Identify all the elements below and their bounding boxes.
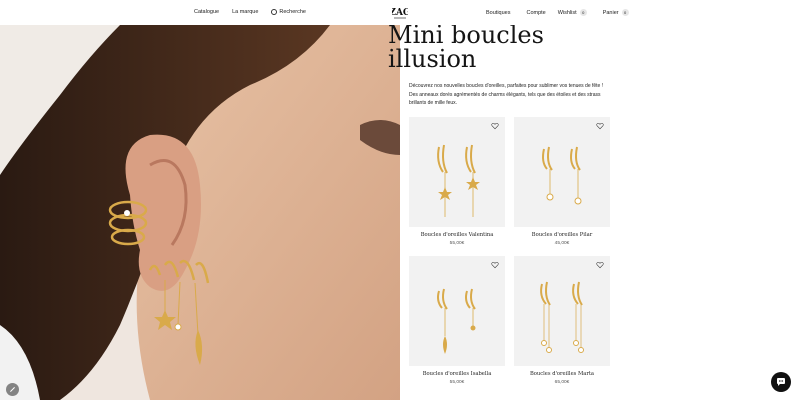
nav-right: Boutiques Compte Wishlist 0 Panier 0 (486, 9, 629, 16)
nav-search-link[interactable]: Recherche (271, 9, 306, 15)
wishlist-count-badge: 0 (579, 9, 587, 16)
product-card[interactable]: Boucles d'oreilles Valentina 55,00€ (409, 117, 505, 246)
product-image[interactable] (514, 117, 610, 227)
pencil-icon (10, 387, 15, 392)
product-price: 55,00€ (449, 241, 465, 246)
nav-catalogue-link[interactable]: Catalogue (194, 9, 219, 15)
heart-icon[interactable] (596, 261, 604, 269)
logo-text: ZAG (392, 8, 408, 18)
product-name[interactable]: Boucles d'oreilles Marta (514, 371, 610, 377)
cart-count-badge: 0 (621, 9, 629, 16)
heart-icon[interactable] (491, 261, 499, 269)
nav-search-label: Recherche (279, 9, 306, 15)
cart-label: Panier (602, 9, 619, 16)
product-price: 45,00€ (554, 241, 570, 246)
product-card[interactable]: Boucles d'oreilles Pilar 45,00€ (514, 117, 610, 246)
product-card[interactable]: Boucles d'oreilles Isabella 55,00€ (409, 256, 505, 385)
heart-icon[interactable] (596, 122, 604, 130)
product-price: 65,00€ (554, 380, 570, 385)
chat-button[interactable] (771, 372, 791, 392)
product-image[interactable] (409, 117, 505, 227)
product-name[interactable]: Boucles d'oreilles Isabella (409, 371, 505, 377)
hero-image (0, 25, 400, 400)
collection-title: Mini boucles illusion (388, 23, 628, 71)
search-icon (271, 9, 278, 15)
nav-wishlist-link[interactable]: Wishlist 0 (558, 9, 587, 16)
collection-description: Découvrez nos nouvelles boucles d'oreill… (409, 83, 604, 107)
brand-logo[interactable]: ZAG (389, 3, 411, 22)
nav-left: Catalogue La marque Recherche (194, 9, 319, 15)
heart-icon[interactable] (491, 122, 499, 130)
product-price: 55,00€ (449, 380, 465, 385)
nav-cart-link[interactable]: Panier 0 (603, 9, 629, 16)
chat-icon (777, 378, 785, 386)
nav-shops-link[interactable]: Boutiques (486, 9, 510, 16)
collection-title-line2: illusion (388, 45, 477, 73)
nav-account-link[interactable]: Compte (526, 9, 545, 16)
product-name[interactable]: Boucles d'oreilles Valentina (409, 232, 505, 238)
site-header: Catalogue La marque Recherche ZAG Boutiq… (0, 0, 800, 25)
wishlist-label: Wishlist (557, 9, 577, 16)
product-image[interactable] (514, 256, 610, 366)
product-name[interactable]: Boucles d'oreilles Pilar (514, 232, 610, 238)
product-card[interactable]: Boucles d'oreilles Marta 65,00€ (514, 256, 610, 385)
nav-brand-link[interactable]: La marque (232, 9, 258, 15)
product-image[interactable] (409, 256, 505, 366)
hero-edit-button[interactable] (6, 383, 19, 396)
